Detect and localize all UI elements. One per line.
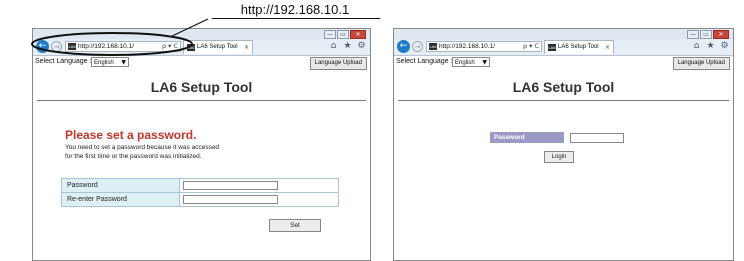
language-value: English bbox=[455, 60, 475, 66]
close-button[interactable]: ✕ bbox=[713, 30, 729, 39]
app-title: LA6 Setup Tool bbox=[150, 79, 253, 95]
reenter-password-cell bbox=[179, 192, 339, 207]
url-callout-label: http://192.168.10.1 bbox=[240, 2, 350, 17]
tab-favicon-icon: LA6 bbox=[548, 44, 556, 51]
back-arrow-icon[interactable]: ← bbox=[397, 40, 410, 53]
gear-icon[interactable]: ⚙ bbox=[719, 41, 730, 52]
chevron-down-icon: ▼ bbox=[121, 59, 126, 66]
address-bar[interactable]: LA6 http://192.168.10.1/ ρ ▾ C bbox=[65, 41, 181, 52]
password-label: Password bbox=[490, 132, 564, 143]
title-bar: — ▭ ✕ bbox=[394, 29, 733, 39]
language-select[interactable]: English ▼ bbox=[91, 57, 129, 67]
divider bbox=[37, 100, 366, 101]
address-url: http://192.168.10.1/ bbox=[78, 43, 135, 50]
language-row: Select Language : English ▼ Language Upl… bbox=[33, 56, 370, 70]
gear-icon[interactable]: ⚙ bbox=[356, 41, 367, 52]
description-line: for the first time or the password was i… bbox=[65, 153, 202, 160]
url-callout: http://192.168.10.1 bbox=[208, 0, 382, 20]
language-value: English bbox=[94, 60, 114, 66]
tab-title: LA6 Setup Tool bbox=[197, 44, 238, 50]
language-upload-button[interactable]: Language Upload bbox=[309, 57, 367, 70]
app-title: LA6 Setup Tool bbox=[512, 79, 615, 95]
search-refresh-icon[interactable]: ρ ▾ C bbox=[162, 42, 178, 51]
tab-close-icon[interactable]: × bbox=[605, 43, 610, 52]
title-bar: — ▭ ✕ bbox=[33, 29, 370, 39]
close-button[interactable]: ✕ bbox=[350, 30, 366, 39]
password-input[interactable] bbox=[570, 133, 624, 143]
description-line: You need to set a password because it wa… bbox=[65, 144, 220, 151]
language-row: Select Language : English ▼ Language Upl… bbox=[394, 56, 733, 70]
password-cell bbox=[179, 178, 339, 193]
tab-close-icon[interactable]: × bbox=[244, 43, 249, 52]
divider bbox=[398, 100, 729, 101]
language-label: Select Language : bbox=[35, 58, 92, 65]
language-label: Select Language : bbox=[396, 58, 453, 65]
browser-window-login: — ▭ ✕ ← → LA6 http://192.168.10.1/ ρ ▾ C… bbox=[393, 28, 734, 261]
tab-title: LA6 Setup Tool bbox=[558, 44, 599, 50]
maximize-button[interactable]: ▭ bbox=[337, 30, 349, 39]
address-url: http://192.168.10.1/ bbox=[439, 43, 496, 50]
forward-arrow-icon[interactable]: → bbox=[412, 41, 423, 52]
chevron-down-icon: ▼ bbox=[482, 59, 487, 66]
form-row-reenter: Re-enter Password bbox=[61, 192, 339, 207]
navigation-bar: ← → LA6 http://192.168.10.1/ ρ ▾ C LA6 L… bbox=[33, 39, 370, 56]
star-icon[interactable]: ★ bbox=[705, 41, 716, 52]
home-icon[interactable]: ⌂ bbox=[691, 41, 702, 52]
reenter-password-label: Re-enter Password bbox=[61, 192, 180, 207]
form-row-password: Password bbox=[61, 178, 339, 193]
callout-underline bbox=[212, 18, 380, 19]
minimize-button[interactable]: — bbox=[324, 30, 336, 39]
site-favicon-icon: LA6 bbox=[429, 43, 437, 50]
back-arrow-icon[interactable]: ← bbox=[36, 40, 49, 53]
set-button[interactable]: Set bbox=[269, 219, 321, 232]
reenter-password-input[interactable] bbox=[183, 195, 278, 204]
tab-favicon-icon: LA6 bbox=[187, 44, 195, 51]
login-button[interactable]: Login bbox=[544, 151, 574, 163]
language-select[interactable]: English ▼ bbox=[452, 57, 490, 67]
browser-tab[interactable]: LA6 LA6 Setup Tool × bbox=[544, 40, 614, 54]
password-input[interactable] bbox=[183, 181, 278, 190]
password-heading: Please set a password. bbox=[65, 128, 197, 142]
address-bar[interactable]: LA6 http://192.168.10.1/ ρ ▾ C bbox=[426, 41, 542, 52]
password-form: Password Re-enter Password bbox=[61, 178, 339, 207]
password-description: You need to set a password because it wa… bbox=[65, 143, 219, 161]
home-icon[interactable]: ⌂ bbox=[328, 41, 339, 52]
minimize-button[interactable]: — bbox=[687, 30, 699, 39]
password-label: Password bbox=[61, 178, 180, 193]
browser-tab[interactable]: LA6 LA6 Setup Tool × bbox=[183, 40, 253, 54]
language-upload-button[interactable]: Language Upload bbox=[672, 57, 730, 70]
navigation-bar: ← → LA6 http://192.168.10.1/ ρ ▾ C LA6 L… bbox=[394, 39, 733, 56]
browser-window-first-access: — ▭ ✕ ← → LA6 http://192.168.10.1/ ρ ▾ C… bbox=[32, 28, 371, 261]
star-icon[interactable]: ★ bbox=[342, 41, 353, 52]
site-favicon-icon: LA6 bbox=[68, 43, 76, 50]
forward-arrow-icon[interactable]: → bbox=[51, 41, 62, 52]
search-refresh-icon[interactable]: ρ ▾ C bbox=[523, 42, 539, 51]
maximize-button[interactable]: ▭ bbox=[700, 30, 712, 39]
